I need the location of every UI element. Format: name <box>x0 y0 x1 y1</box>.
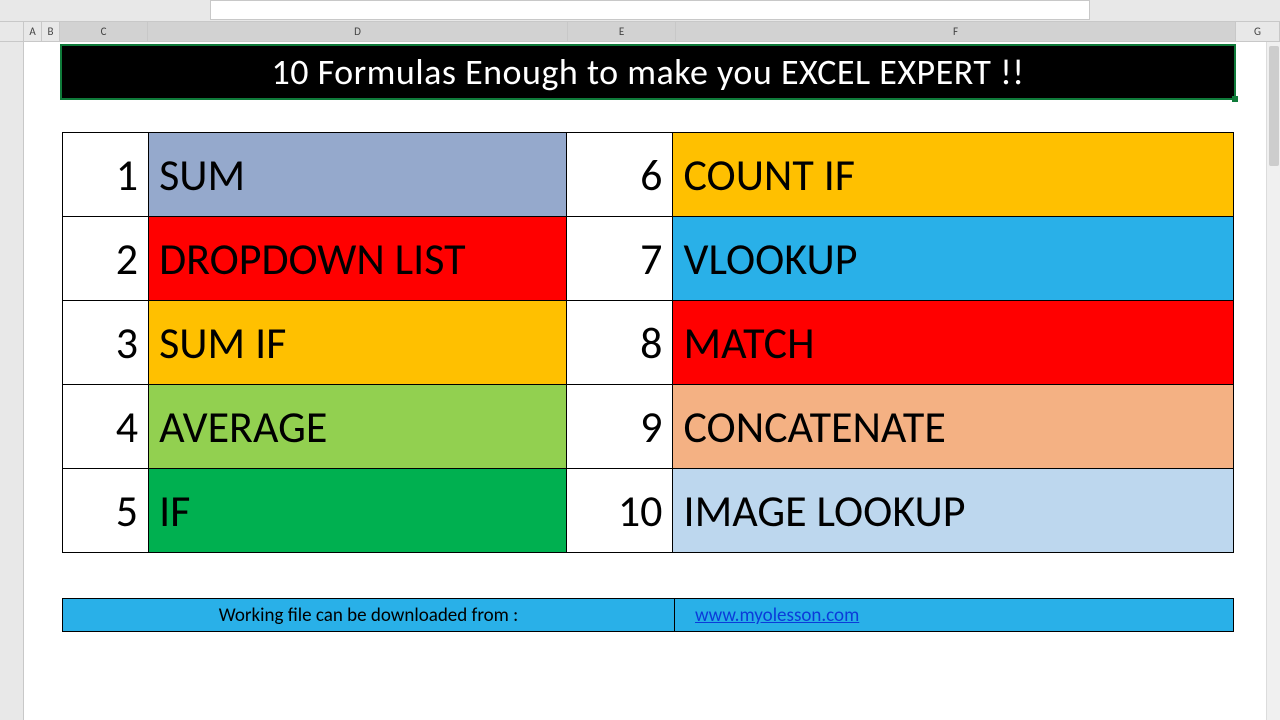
page-title: 10 Formulas Enough to make you EXCEL EXP… <box>62 46 1234 98</box>
formula-bar <box>0 0 1280 22</box>
vertical-scroll-thumb[interactable] <box>1269 46 1279 166</box>
col-header-g[interactable]: G <box>1236 22 1280 41</box>
col-header-e[interactable]: E <box>568 22 676 41</box>
formula-index: 7 <box>567 217 673 301</box>
footer-row: Working file can be downloaded from : ww… <box>62 598 1234 632</box>
formula-index: 5 <box>63 469 149 553</box>
formula-name: VLOOKUP <box>673 217 1234 301</box>
formula-index: 2 <box>63 217 149 301</box>
formula-name: IF <box>149 469 567 553</box>
col-header-c[interactable]: C <box>60 22 148 41</box>
formula-name: SUM <box>149 133 567 217</box>
vertical-scrollbar[interactable] <box>1266 42 1280 720</box>
spreadsheet-grid[interactable]: 10 Formulas Enough to make you EXCEL EXP… <box>0 42 1280 720</box>
col-header-f[interactable]: F <box>676 22 1236 41</box>
formula-index: 1 <box>63 133 149 217</box>
table-row: 1SUM6COUNT IF <box>63 133 1234 217</box>
col-header-a[interactable]: A <box>24 22 42 41</box>
footer-link-cell: www.myolesson.com <box>675 599 1233 631</box>
formula-input[interactable] <box>210 0 1090 20</box>
formula-name: DROPDOWN LIST <box>149 217 567 301</box>
formula-index: 8 <box>567 301 673 385</box>
formula-name: COUNT IF <box>673 133 1234 217</box>
formula-name: CONCATENATE <box>673 385 1234 469</box>
col-header-b[interactable]: B <box>42 22 60 41</box>
column-headers: A B C D E F G <box>0 22 1280 42</box>
formulas-table: 1SUM6COUNT IF2DROPDOWN LIST7VLOOKUP3SUM … <box>62 132 1234 553</box>
formula-name: IMAGE LOOKUP <box>673 469 1234 553</box>
col-header-d[interactable]: D <box>148 22 568 41</box>
table-row: 3SUM IF8MATCH <box>63 301 1234 385</box>
table-row: 5IF10IMAGE LOOKUP <box>63 469 1234 553</box>
formula-index: 4 <box>63 385 149 469</box>
formula-index: 9 <box>567 385 673 469</box>
table-row: 4AVERAGE9CONCATENATE <box>63 385 1234 469</box>
formula-index: 6 <box>567 133 673 217</box>
formula-name: AVERAGE <box>149 385 567 469</box>
row-headers <box>0 42 24 720</box>
table-row: 2DROPDOWN LIST7VLOOKUP <box>63 217 1234 301</box>
select-all-corner[interactable] <box>0 22 24 41</box>
formula-name: MATCH <box>673 301 1234 385</box>
formula-index: 3 <box>63 301 149 385</box>
footer-link[interactable]: www.myolesson.com <box>695 604 859 627</box>
formula-index: 10 <box>567 469 673 553</box>
footer-text: Working file can be downloaded from : <box>63 599 675 631</box>
formula-name: SUM IF <box>149 301 567 385</box>
